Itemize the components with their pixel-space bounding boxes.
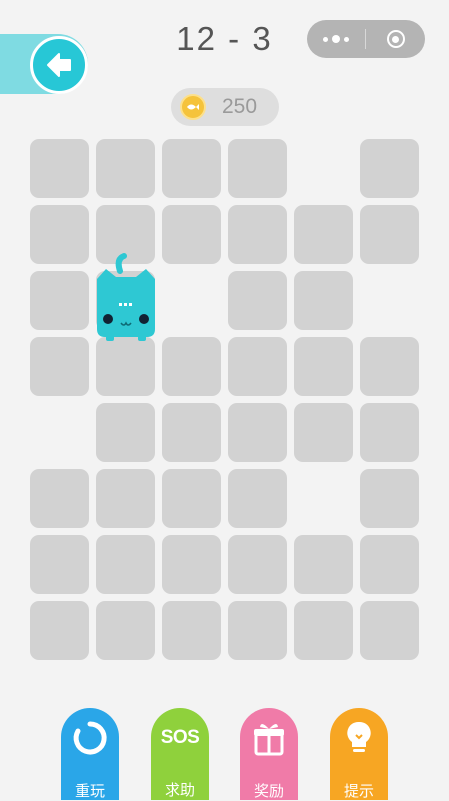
grid-tile[interactable]: [162, 139, 221, 198]
grid-tile[interactable]: [162, 469, 221, 528]
restart-icon: [70, 718, 110, 758]
grid-tile[interactable]: [162, 337, 221, 396]
grid-tile[interactable]: [30, 535, 89, 594]
grid-tile[interactable]: [162, 205, 221, 264]
grid-tile[interactable]: [228, 139, 287, 198]
grid-tile[interactable]: [96, 139, 155, 198]
grid-tile[interactable]: [294, 337, 353, 396]
coin-counter: 250: [171, 88, 279, 126]
restart-button[interactable]: 重玩: [61, 708, 119, 800]
restart-label: 重玩: [74, 782, 105, 800]
grid-tile[interactable]: [294, 535, 353, 594]
more-dots-icon[interactable]: [307, 35, 365, 43]
grid-tile[interactable]: [228, 601, 287, 660]
mini-program-capsule: [307, 20, 425, 58]
grid-tile[interactable]: [360, 139, 419, 198]
coin-value: 250: [222, 95, 258, 118]
reward-button[interactable]: 奖励: [240, 708, 298, 800]
grid-tile[interactable]: [228, 403, 287, 462]
grid-tile[interactable]: [30, 139, 89, 198]
grid-tile[interactable]: [30, 337, 89, 396]
grid-tile[interactable]: [294, 205, 353, 264]
grid-tile[interactable]: [228, 271, 287, 330]
target-close-icon: [386, 30, 405, 48]
grid-tile[interactable]: [228, 337, 287, 396]
grid-tile[interactable]: [360, 403, 419, 462]
grid-tile[interactable]: [30, 469, 89, 528]
hint-label: 提示: [343, 782, 374, 800]
grid-tile[interactable]: [360, 205, 419, 264]
grid-tile[interactable]: [96, 601, 155, 660]
grid-tile[interactable]: [30, 205, 89, 264]
grid-tile[interactable]: [294, 403, 353, 462]
close-button[interactable]: [366, 30, 425, 48]
grid-tile[interactable]: [30, 601, 89, 660]
grid-tile[interactable]: [360, 601, 419, 660]
lightbulb-icon: [339, 718, 379, 758]
grid-tile[interactable]: [294, 271, 353, 330]
grid-tile[interactable]: [360, 469, 419, 528]
grid-tile[interactable]: [360, 535, 419, 594]
sos-button[interactable]: SOS 求助: [151, 708, 209, 800]
toolbar: 重玩 SOS 求助 奖励 提示: [0, 708, 449, 800]
grid-tile[interactable]: [294, 601, 353, 660]
grid-tile[interactable]: [228, 535, 287, 594]
grid-tile[interactable]: [96, 403, 155, 462]
gift-icon: [249, 718, 289, 758]
hint-button[interactable]: 提示: [330, 708, 388, 800]
grid-tile[interactable]: [360, 337, 419, 396]
grid-tile[interactable]: [228, 469, 287, 528]
grid-tile[interactable]: [162, 403, 221, 462]
grid-tile[interactable]: [96, 469, 155, 528]
grid-tile[interactable]: [162, 601, 221, 660]
sos-text: SOS: [160, 726, 200, 748]
grid-tile[interactable]: [30, 271, 89, 330]
reward-label: 奖励: [253, 782, 284, 800]
fish-coin-icon: [180, 94, 206, 120]
grid-tile[interactable]: [96, 535, 155, 594]
grid-tile[interactable]: [162, 535, 221, 594]
grid-tile[interactable]: [96, 337, 155, 396]
sos-icon: SOS: [160, 718, 200, 757]
grid-tile[interactable]: [228, 205, 287, 264]
cat-icon[interactable]: [94, 253, 158, 343]
sos-label: 求助: [164, 781, 195, 799]
